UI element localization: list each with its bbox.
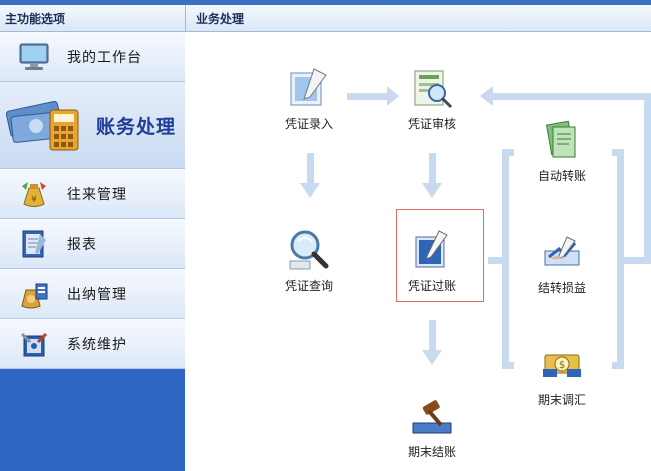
node-voucher-audit[interactable]: 凭证审核 bbox=[387, 65, 477, 132]
node-period-close[interactable]: 期末结账 bbox=[387, 393, 477, 460]
voucher-query-icon bbox=[289, 230, 329, 270]
cashier-bag-icon bbox=[21, 283, 48, 309]
arrow-right-to-audit bbox=[493, 93, 651, 100]
sidebar-item-accounting[interactable]: 账务处理 bbox=[0, 82, 185, 169]
monitor-icon bbox=[19, 43, 49, 70]
tools-icon bbox=[20, 332, 48, 357]
node-profit-loss[interactable]: 结转损益 bbox=[517, 229, 607, 296]
sidebar-menu: 我的工作台 账务处理 ¥ 往来管理 报表 出纳管理 系统维护 bbox=[0, 32, 185, 369]
gavel-icon bbox=[412, 400, 452, 434]
sidebar-item-label: 我的工作台 bbox=[67, 50, 142, 66]
currency-exchange-icon: $ bbox=[543, 354, 581, 377]
arrow-entry-to-query bbox=[307, 153, 314, 183]
voucher-entry-icon bbox=[290, 68, 327, 106]
period-close-label: 期末结账 bbox=[407, 445, 456, 459]
auto-transfer-icon bbox=[545, 120, 576, 158]
node-voucher-entry[interactable]: 凭证录入 bbox=[264, 65, 354, 132]
period-adjust-label: 期末调汇 bbox=[537, 393, 586, 407]
main-panel: 业务处理 凭证录入 凭证审核 凭证查询 凭证过账 自动转账 结转损益 $ 期末调… bbox=[185, 5, 651, 471]
node-voucher-query[interactable]: 凭证查询 bbox=[264, 227, 354, 294]
money-calculator-icon bbox=[6, 100, 79, 151]
voucher-entry-label: 凭证录入 bbox=[284, 117, 333, 131]
money-bag-icon: ¥ bbox=[22, 182, 46, 207]
voucher-audit-icon bbox=[414, 70, 453, 109]
arrow-bracket-to-post bbox=[488, 257, 502, 264]
voucher-audit-label: 凭证审核 bbox=[407, 117, 456, 131]
voucher-post-icon bbox=[415, 230, 448, 268]
node-voucher-post[interactable]: 凭证过账 bbox=[387, 227, 477, 294]
sidebar-item-label: 往来管理 bbox=[67, 187, 127, 203]
voucher-post-label: 凭证过账 bbox=[407, 279, 456, 293]
voucher-query-label: 凭证查询 bbox=[284, 279, 333, 293]
bracket-left bbox=[502, 149, 509, 369]
sidebar-item-label: 账务处理 bbox=[96, 116, 177, 138]
node-period-adjust[interactable]: $ 期末调汇 bbox=[517, 341, 607, 408]
sidebar: 主功能选项 我的工作台 账务处理 ¥ 往来管理 报表 出纳管理 系统维护 bbox=[0, 5, 185, 471]
sidebar-item-label: 出纳管理 bbox=[67, 287, 127, 303]
arrow-audit-to-post-head bbox=[422, 183, 442, 198]
sidebar-header: 主功能选项 bbox=[0, 5, 185, 32]
auto-transfer-label: 自动转账 bbox=[537, 169, 586, 183]
arrow-right-to-audit-head bbox=[480, 86, 493, 106]
node-auto-transfer[interactable]: 自动转账 bbox=[517, 117, 607, 184]
svg-text:¥: ¥ bbox=[31, 195, 37, 205]
sidebar-item-cashier[interactable]: 出纳管理 bbox=[0, 269, 185, 319]
arrow-entry-to-query-head bbox=[300, 183, 320, 198]
arrow-post-to-close bbox=[429, 320, 436, 350]
sidebar-item-receivables[interactable]: ¥ 往来管理 bbox=[0, 169, 185, 219]
sidebar-item-reports[interactable]: 报表 bbox=[0, 219, 185, 269]
profit-loss-label: 结转损益 bbox=[537, 281, 586, 295]
arrow-audit-to-post bbox=[429, 153, 436, 183]
sidebar-item-workbench[interactable]: 我的工作台 bbox=[0, 32, 185, 82]
sidebar-title: 主功能选项 bbox=[5, 12, 66, 26]
report-icon bbox=[22, 230, 46, 258]
bracket-right bbox=[617, 149, 624, 369]
line-right-edge bbox=[644, 93, 651, 264]
svg-text:$: $ bbox=[559, 360, 565, 371]
sidebar-item-maintenance[interactable]: 系统维护 bbox=[0, 319, 185, 369]
profit-loss-icon bbox=[544, 236, 580, 266]
arrow-post-to-close-head bbox=[422, 350, 442, 365]
sidebar-item-label: 系统维护 bbox=[67, 337, 127, 353]
sidebar-item-label: 报表 bbox=[67, 237, 97, 253]
